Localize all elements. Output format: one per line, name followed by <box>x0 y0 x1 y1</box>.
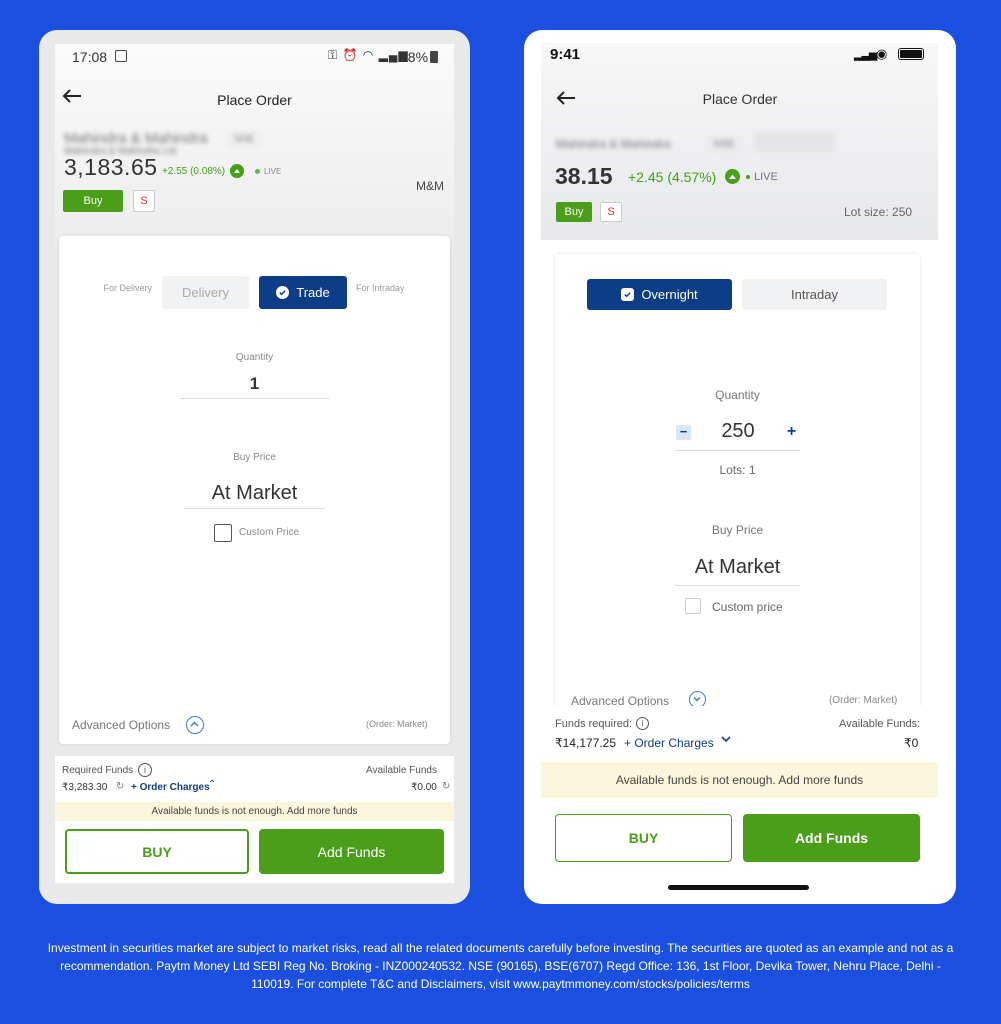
page-title: Place Order <box>702 91 778 107</box>
live-label: LIVE <box>754 171 778 183</box>
signal-icon: ▂▃▅ <box>854 49 877 61</box>
notification-icon <box>115 50 127 62</box>
wifi-icon: ◠ <box>362 48 375 62</box>
buy-price-input[interactable]: At Market <box>675 556 800 586</box>
wifi-icon: ◉ <box>876 46 888 61</box>
order-type-label: (Order: Market) <box>829 695 898 706</box>
available-funds-value: ₹0.00 <box>411 782 437 793</box>
live-label: LIVE <box>264 167 282 176</box>
order-card <box>555 254 920 708</box>
custom-price-label: Custom price <box>712 600 783 614</box>
available-funds-value: ₹0 <box>904 736 919 750</box>
chevron-down-icon[interactable] <box>720 732 732 751</box>
buy-toggle-button[interactable]: Buy <box>556 202 592 222</box>
refresh-icon[interactable]: ↻ <box>116 781 124 792</box>
lots-label: Lots: 1 <box>719 463 756 477</box>
up-arrow-icon <box>725 169 740 184</box>
buy-button[interactable]: BUY <box>65 829 249 874</box>
funds-section <box>541 706 938 762</box>
add-funds-button[interactable]: Add Funds <box>743 814 920 862</box>
info-icon[interactable]: i <box>138 763 152 777</box>
funds-required-label: Funds required: <box>555 718 633 730</box>
home-indicator <box>668 885 809 890</box>
refresh-icon[interactable]: ↻ <box>442 781 450 792</box>
intraday-caption: For Intraday <box>356 283 405 293</box>
buy-price-label: Buy Price <box>711 523 764 537</box>
overnight-tab[interactable]: Overnight <box>587 279 732 310</box>
quantity-input[interactable]: 250 <box>699 420 777 443</box>
key-icon: ⚿ <box>328 48 339 62</box>
buy-price-label: Buy Price <box>233 452 276 463</box>
buy-price-input[interactable]: At Market <box>184 482 325 509</box>
disclaimer-text: Investment in securities market are subj… <box>47 941 954 991</box>
chevron-up-icon[interactable] <box>186 716 204 734</box>
plus-button[interactable]: + <box>784 423 799 440</box>
check-icon <box>621 288 635 301</box>
order-type-label: (Order: Market) <box>366 719 428 729</box>
sell-toggle-button[interactable]: S <box>133 190 155 212</box>
status-icons: ⚿ ⏰ ◠ ▂▄▆ <box>328 48 409 63</box>
alarm-icon: ⏰ <box>342 48 359 62</box>
page-title: Place Order <box>217 92 292 108</box>
minus-button[interactable]: − <box>676 425 691 440</box>
buy-toggle-button[interactable]: Buy <box>63 190 123 212</box>
stock-name: Mahindra & Mahindra <box>64 130 208 147</box>
available-funds-label: Available Funds <box>366 765 437 776</box>
blurred-tag <box>754 132 834 152</box>
custom-price-checkbox[interactable] <box>685 598 701 614</box>
order-charges-link[interactable]: + Order Charges <box>131 782 210 793</box>
quantity-input[interactable]: 1 <box>180 374 329 399</box>
advanced-options-label[interactable]: Advanced Options <box>72 718 170 732</box>
intraday-tab[interactable]: Intraday <box>742 279 887 310</box>
buy-button[interactable]: BUY <box>555 814 732 862</box>
status-time: 17:08 <box>72 49 108 65</box>
funds-required-value: ₹14,177.25 <box>555 736 617 750</box>
caret-up-icon[interactable]: ⌃ <box>208 779 216 790</box>
ios-phone-screenshot: 9:41 ▂▃▅ ◉ Place Order Mahindra & Mahind… <box>524 30 956 904</box>
order-charges-link[interactable]: + Order Charges <box>624 736 714 750</box>
status-time: 9:41 <box>550 46 581 63</box>
funds-warning-banner: Available funds is not enough. Add more … <box>541 762 938 798</box>
check-icon <box>276 286 290 299</box>
status-battery: 68% <box>400 49 429 65</box>
info-icon[interactable]: i <box>636 717 649 730</box>
price-change: +2.45 (4.57%) <box>628 169 717 185</box>
quantity-label: Quantity <box>715 388 760 402</box>
required-funds-label: Required Funds <box>62 765 134 776</box>
required-funds-value: ₹3,283.30 <box>62 782 108 793</box>
stock-symbol: M&M <box>416 179 444 193</box>
stock-price: 3,183.65 <box>64 154 158 180</box>
stock-name: Mahindra & Mahindra <box>556 137 671 151</box>
battery-icon <box>898 48 924 60</box>
live-dot-icon <box>746 175 750 179</box>
funds-warning-banner: Available funds is not enough. Add more … <box>55 802 454 821</box>
up-arrow-icon <box>230 164 244 178</box>
quantity-label: Quantity <box>235 352 274 363</box>
battery-icon <box>430 51 438 63</box>
stock-price: 38.15 <box>555 163 613 189</box>
overnight-tab-label: Overnight <box>641 287 698 302</box>
custom-price-label: Custom Price <box>239 527 300 538</box>
android-phone-screenshot: 17:08 ⚿ ⏰ ◠ ▂▄▆ 68% Place Order Mahindra… <box>39 30 470 904</box>
available-funds-label: Available Funds: <box>839 718 921 730</box>
add-funds-button[interactable]: Add Funds <box>259 829 444 874</box>
lot-size-label: Lot size: 250 <box>844 205 913 219</box>
price-change: +2.55 (0.08%) <box>162 166 226 177</box>
delivery-caption: For Delivery <box>103 283 152 293</box>
sell-toggle-button[interactable]: S <box>600 202 622 222</box>
exchange-badge: NSE <box>709 137 740 152</box>
custom-price-checkbox[interactable] <box>214 524 232 542</box>
live-dot-icon <box>255 169 260 174</box>
trade-tab-label: Trade <box>296 285 330 300</box>
delivery-tab[interactable]: Delivery <box>162 276 249 309</box>
exchange-badge: NSE <box>229 132 260 147</box>
trade-tab[interactable]: Trade <box>259 276 347 309</box>
